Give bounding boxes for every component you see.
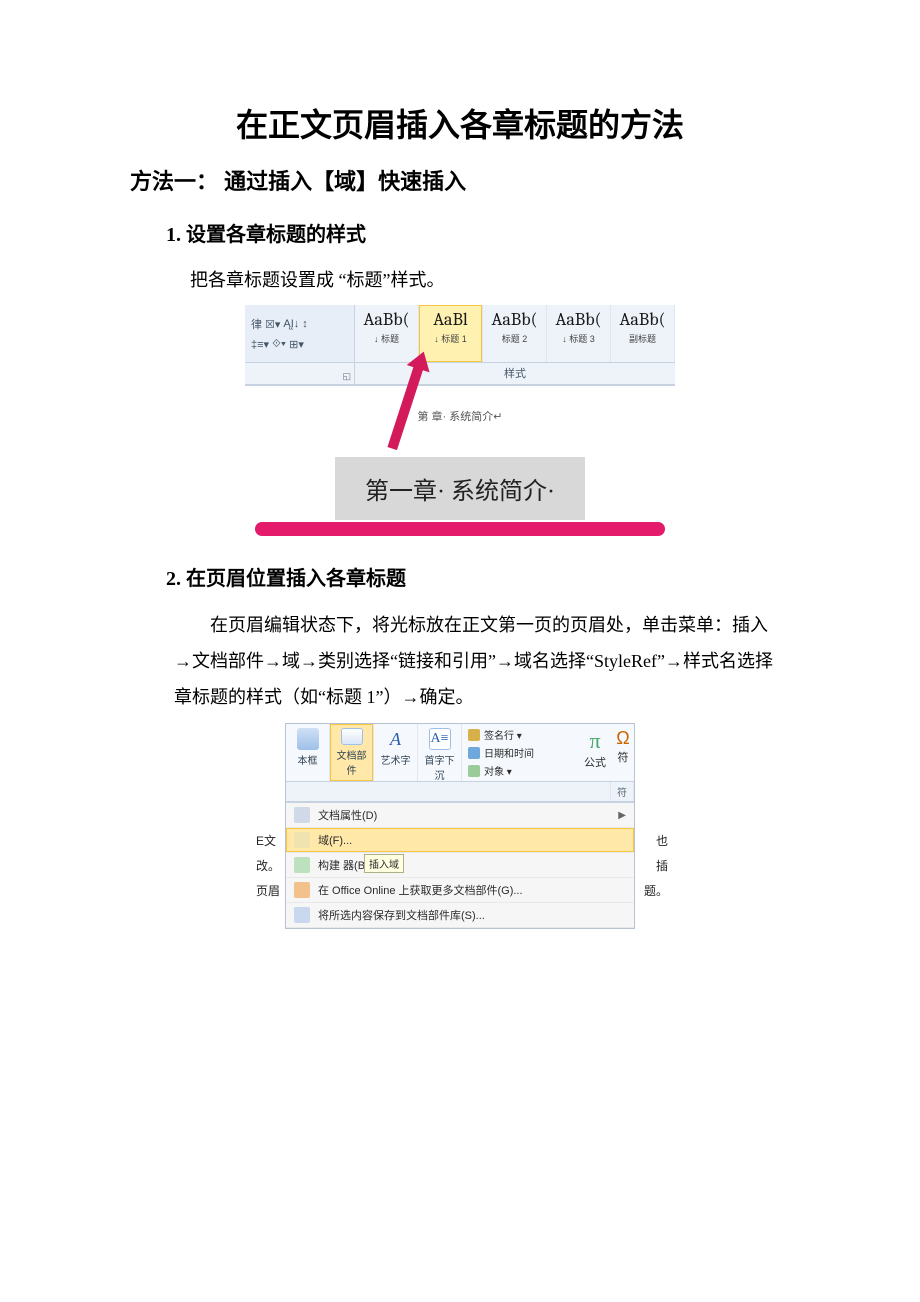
step-2-heading: 2. 在页眉位置插入各章标题 — [166, 562, 790, 591]
wordart-button[interactable]: A 艺术字 — [374, 724, 418, 781]
save-gallery-icon — [294, 907, 310, 923]
menu-field[interactable]: E文 域(F)... 也 — [286, 828, 634, 853]
dropcap-button[interactable]: A≡ 首字下沉 — [418, 724, 462, 781]
doc-props-icon — [294, 807, 310, 823]
step-2-number: 2. — [166, 568, 181, 590]
callout-chapter-title: 第一章· 系统简介· — [335, 457, 585, 520]
bg-text-right-1: 也 — [656, 832, 668, 849]
bg-text-left-2: 改。 — [256, 857, 280, 874]
method-heading: 方法一： 通过插入【域】快速插入 — [130, 164, 790, 196]
paragraph-group: 律☒▾ĄĮ↓↕ ‡≡▾⟐▾⊞▾ — [245, 305, 355, 363]
step-1-body: 把各章标题设置成 “标题”样式。 — [190, 263, 790, 297]
annotation-underline — [255, 522, 665, 536]
menu-office-online[interactable]: 页眉 在 Office Online 上获取更多文档部件(G)... 题。 — [286, 878, 634, 903]
styles-gallery[interactable]: AaBb( ↓ 标题 AaBl ↓ 标题 1 AaBb( 标题 2 AaBb( … — [355, 305, 675, 363]
dialog-launcher-icon[interactable]: ◱ — [342, 371, 351, 382]
date-time-button[interactable]: 日期和时间 — [468, 745, 572, 760]
step-1-number: 1. — [166, 224, 181, 246]
quick-parts-icon — [341, 728, 363, 745]
menu-building-blocks[interactable]: 改。 构建 器(B)... 插入域 插 — [286, 853, 634, 878]
pi-icon: π — [578, 728, 612, 754]
signature-icon — [468, 729, 480, 741]
bg-text-left-3: 页眉 — [256, 882, 280, 899]
insert-ribbon: 本框 文档部件 A 艺术字 A≡ 首字下沉 签名行 ▾ 日期和时间 对象 ▾ π — [286, 724, 634, 782]
symbol-button[interactable]: Ω 符 — [612, 724, 634, 769]
textbox-icon — [297, 728, 319, 750]
bg-text-left-1: E文 — [256, 832, 276, 849]
equation-button[interactable]: π 公式 — [578, 724, 612, 774]
step-2-body: 在页眉编辑状态下，将光标放在正文第一页的页眉处，单击菜单：插入→文档部件→域→类… — [174, 607, 780, 715]
symbols-group-label: 符 — [611, 782, 634, 801]
tooltip-insert-field: 插入域 — [364, 854, 404, 873]
header-preview: 第 章· 系统简介↵ — [245, 385, 675, 445]
signature-line-button[interactable]: 签名行 ▾ — [468, 727, 572, 742]
menu-save-to-gallery[interactable]: 将所选内容保存到文档部件库(S)... — [286, 903, 634, 928]
styles-group-label: 样式 — [355, 363, 675, 384]
office-online-icon — [294, 882, 310, 898]
date-icon — [468, 747, 480, 759]
document-title: 在正文页眉插入各章标题的方法 — [130, 100, 790, 146]
field-icon — [294, 832, 310, 848]
object-button[interactable]: 对象 ▾ — [468, 763, 572, 778]
bg-text-right-3: 题。 — [644, 882, 668, 899]
quick-parts-menu: 文档属性(D) ▶ E文 域(F)... 也 改。 构建 器(B)... 插入域… — [286, 802, 634, 928]
step-1-title: 设置各章标题的样式 — [186, 224, 366, 246]
step-2-title: 在页眉位置插入各章标题 — [186, 568, 406, 590]
menu-doc-properties[interactable]: 文档属性(D) ▶ — [286, 803, 634, 828]
style-heading-2[interactable]: AaBb( 标题 2 — [483, 305, 547, 362]
object-icon — [468, 765, 480, 777]
quick-parts-button[interactable]: 文档部件 — [330, 724, 374, 781]
figure-1: 律☒▾ĄĮ↓↕ ‡≡▾⟐▾⊞▾ AaBb( ↓ 标题 AaBl ↓ 标题 1 A… — [130, 305, 790, 536]
step-1-heading: 1. 设置各章标题的样式 — [166, 218, 790, 247]
text-group-extras: 签名行 ▾ 日期和时间 对象 ▾ — [462, 724, 578, 781]
bg-text-right-2: 插 — [656, 857, 668, 874]
wordart-icon: A — [385, 728, 407, 750]
textbox-button[interactable]: 本框 — [286, 724, 330, 781]
chevron-right-icon: ▶ — [618, 810, 626, 821]
dropcap-icon: A≡ — [429, 728, 451, 750]
building-blocks-icon — [294, 857, 310, 873]
style-heading-3[interactable]: AaBb( ↓ 标题 3 — [547, 305, 611, 362]
omega-icon: Ω — [612, 728, 634, 749]
style-subtitle[interactable]: AaBb( 副标题 — [611, 305, 675, 362]
figure-2: 本框 文档部件 A 艺术字 A≡ 首字下沉 签名行 ▾ 日期和时间 对象 ▾ π — [130, 723, 790, 929]
